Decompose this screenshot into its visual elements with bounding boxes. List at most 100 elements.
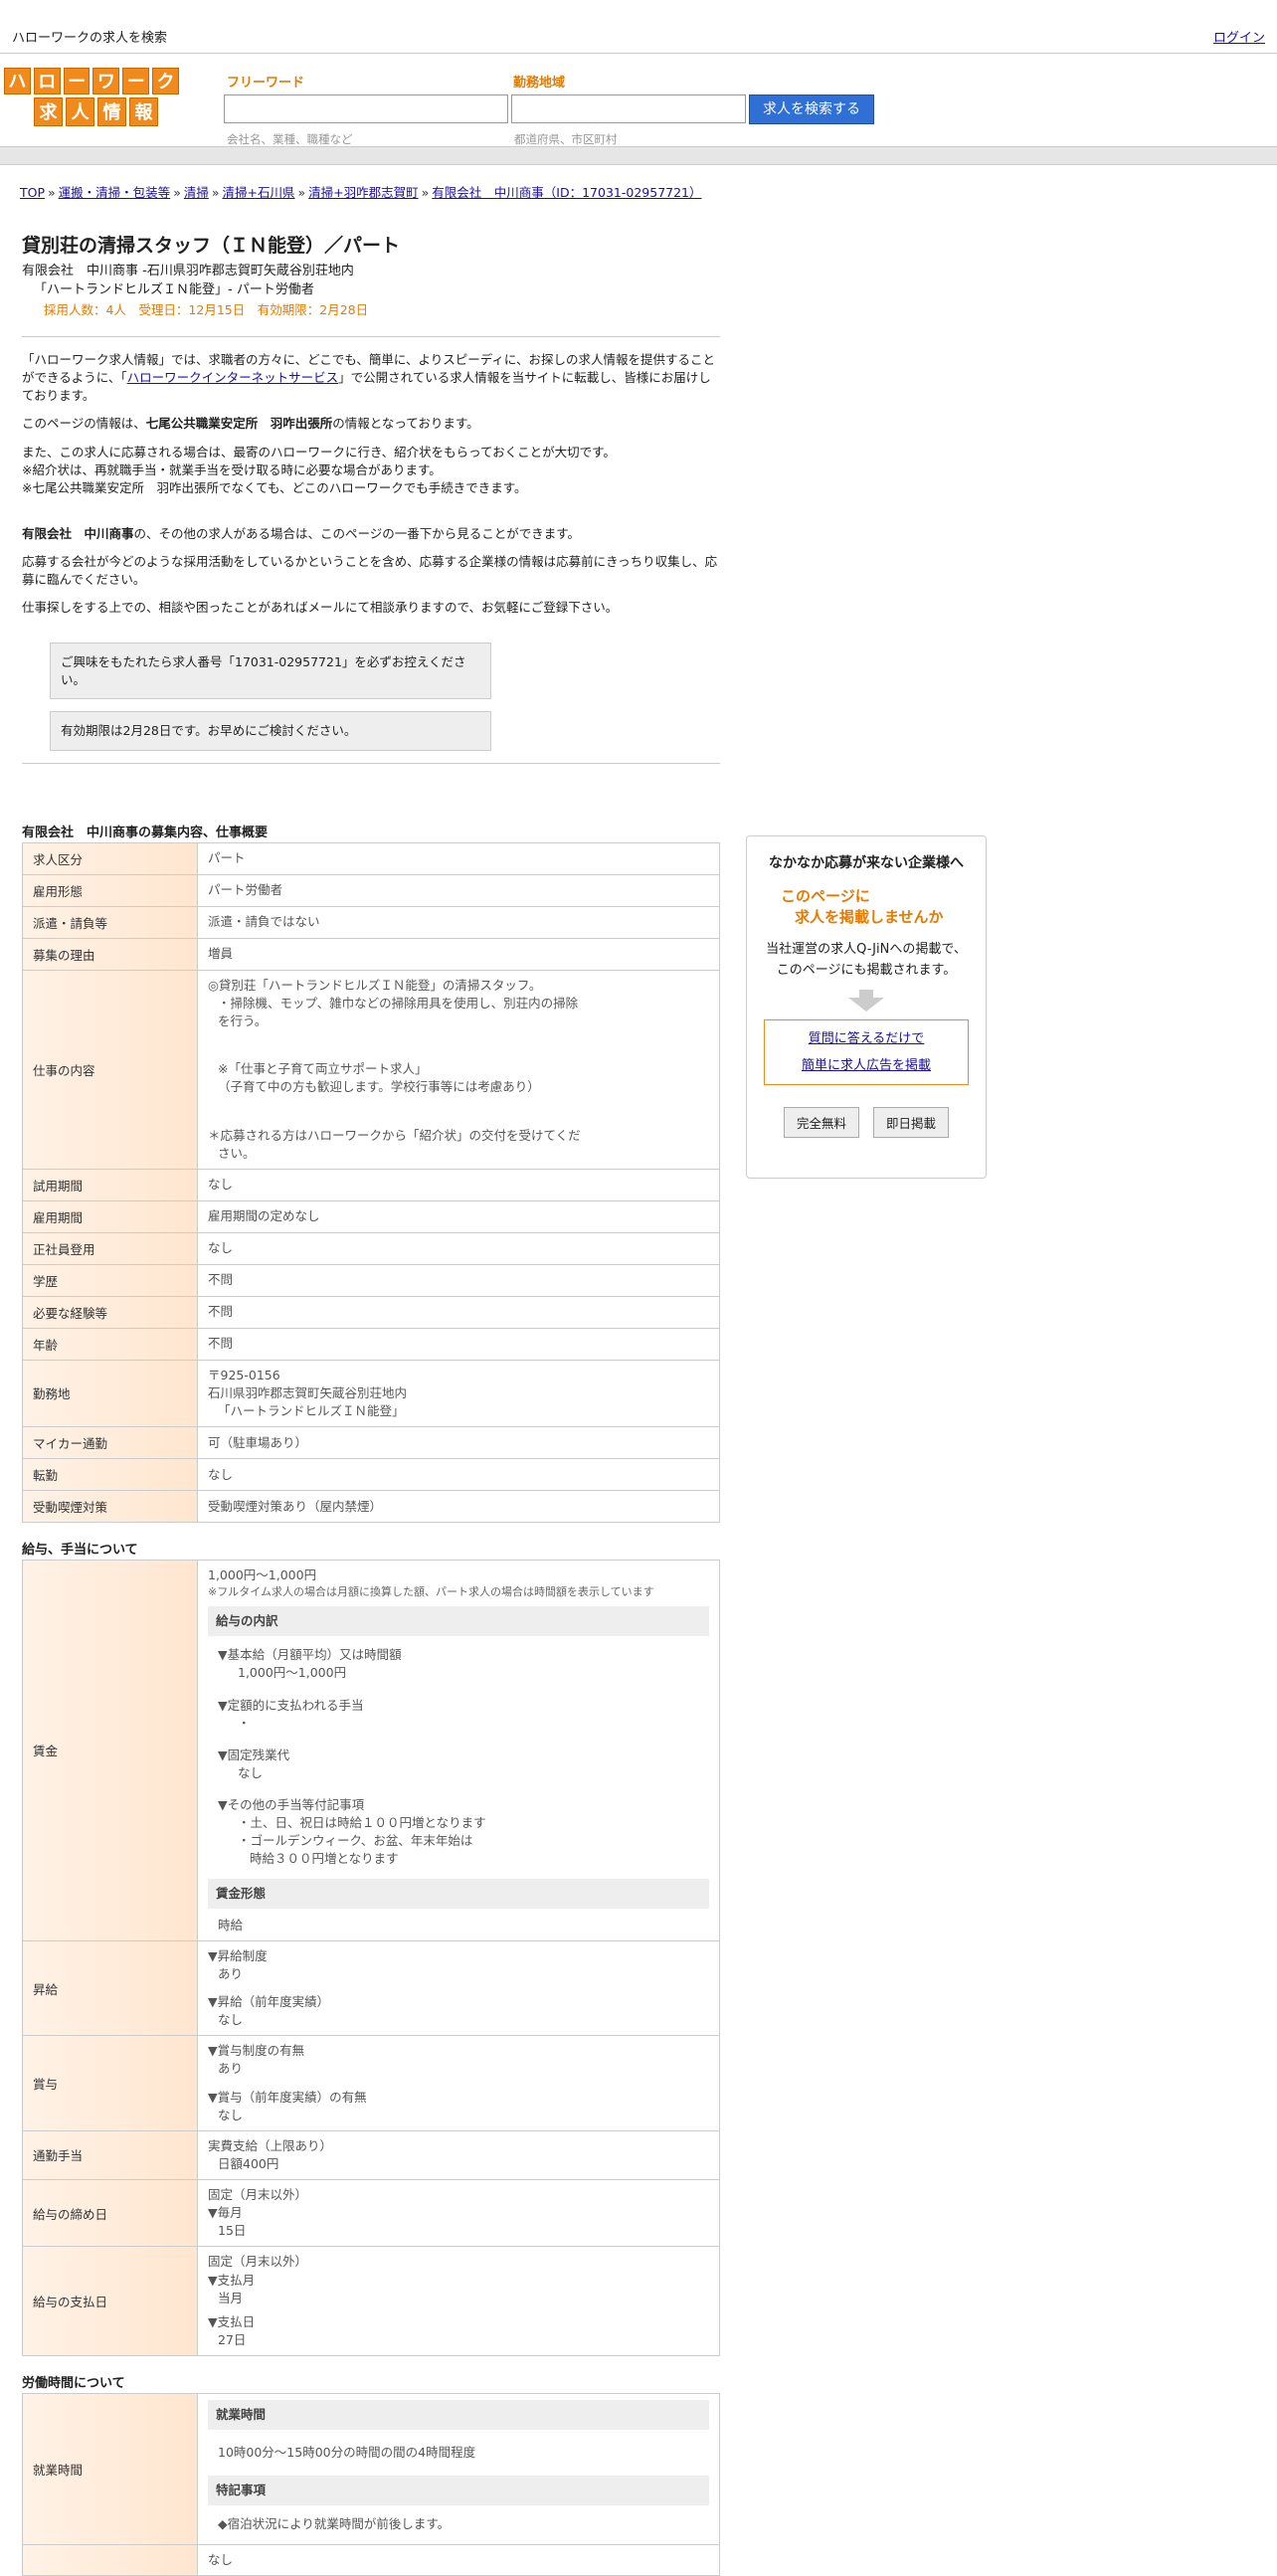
logo-tile: ー <box>63 68 91 94</box>
logo-tile: 人 <box>66 97 94 126</box>
place-line: 「ハートランドヒルズＩＮ能登」- パート労働者 <box>34 282 314 297</box>
breadcrumb-link[interactable]: TOP <box>20 185 45 200</box>
row-header: 昇給 <box>22 1939 198 2037</box>
row-value: なし <box>197 1458 720 1492</box>
table-row: 年齢 不問 <box>22 1327 720 1361</box>
table-row: 募集の理由 増員 <box>22 937 720 971</box>
logo-row-1: ハローワーク <box>4 68 179 94</box>
row-header: 募集の理由 <box>22 937 198 971</box>
intro-paragraph-6: 仕事探しをする上での、相談や困ったことがあればメールにて相談承りますので、お気軽… <box>22 600 619 616</box>
ad-box: なかなか応募が来ない企業様へ このページに 求人を掲載しませんか 当社運営の求人… <box>746 835 987 1179</box>
divider <box>22 336 720 337</box>
table-row: 給与の締め日 固定（月末以外） ▼毎月 15日 <box>22 2179 720 2248</box>
row-header: マイカー通勤 <box>22 1426 198 1460</box>
intro-paragraph-5: 応募する会社が今どのような採用活動をしているかということを含め、応募する企業様の… <box>22 554 718 588</box>
row-header: 仕事の内容 <box>22 969 198 1170</box>
freeword-hint: 会社名、業種、職種など <box>227 132 353 146</box>
table-row: マイカー通勤 可（駐車場あり） <box>22 1426 720 1460</box>
area-hint: 都道府県、市区町村 <box>514 132 618 146</box>
breadcrumb-separator: » <box>421 185 430 200</box>
table-row: 勤務地 〒925-0156 石川県羽咋郡志賀町矢蔵谷別荘地内 「ハートランドヒル… <box>22 1359 720 1428</box>
table-row: 賞与 ▼賞与制度の有無 あり ▼賞与（前年度実績）の有無 なし <box>22 2035 720 2131</box>
search-button[interactable]: 求人を検索する <box>749 94 874 124</box>
top-bar: ハローワークの求人を検索 ログイン <box>0 0 1277 54</box>
arrow-down-icon <box>848 997 884 1012</box>
logo-tile: 求 <box>34 97 63 126</box>
row-header: 雇用期間 <box>22 1199 198 1233</box>
area-label: 勤務地域 <box>513 76 566 91</box>
area-input[interactable] <box>511 94 746 123</box>
hellowork-internet-link[interactable]: ハローワークインターネットサービス <box>127 370 339 385</box>
row-header: 雇用形態 <box>22 873 198 907</box>
breadcrumb-link[interactable]: 清掃+石川県 <box>223 185 295 200</box>
table-row: 給与の支払日 固定（月末以外） ▼支払月 当月 ▼支払日 27日 <box>22 2246 720 2357</box>
breadcrumb-separator: » <box>297 185 306 200</box>
table-row: 受動喫煙対策 受動喫煙対策あり（屋内禁煙） <box>22 1490 720 1524</box>
row-value: 可（駐車場あり） <box>197 1426 720 1460</box>
search-header: ハローワーク 求人情報 フリーワード 会社名、業種、職種など 勤務地域 都道府県… <box>0 54 1277 147</box>
table-row: 通勤手当 実費支給（上限あり） 日額400円 <box>22 2129 720 2181</box>
row-header: 賃金 <box>22 1560 198 1941</box>
row-header: 学歴 <box>22 1263 198 1297</box>
divider <box>22 762 720 764</box>
job-meta: 採用人数：4人 受理日：12月15日 有効期限：2月28日 <box>44 302 369 317</box>
intro-paragraph-2: このページの情報は、七尾公共職業安定所 羽咋出張所の情報となっております。 <box>22 416 479 432</box>
row-value: 増員 <box>197 937 720 971</box>
row-header: 年齢 <box>22 1327 198 1361</box>
row-header: 派遣・請負等 <box>22 905 198 939</box>
logo-tile: ハ <box>4 68 31 94</box>
table-row: 派遣・請負等 派遣・請負ではない <box>22 905 720 939</box>
freeword-label: フリーワード <box>227 76 305 91</box>
breadcrumb-separator: » <box>48 185 56 200</box>
ad-link-box: 質問に答えるだけで 簡単に求人広告を掲載 <box>764 1018 969 1086</box>
row-value: 雇用期間の定めなし <box>197 1199 720 1233</box>
table-row: なし <box>22 2543 720 2576</box>
work-location: 〒925-0156 石川県羽咋郡志賀町矢蔵谷別荘地内 「ハートランドヒルズＩＮ能… <box>197 1359 720 1428</box>
ad-title: なかなか応募が来ない企業様へ <box>769 855 964 871</box>
table-row: 学歴 不問 <box>22 1263 720 1297</box>
job-number-notice: ご興味をもたれたら求人番号「17031-02957721」を必ずお控えください。 <box>50 643 491 700</box>
row-header: 正社員登用 <box>22 1231 198 1265</box>
logo-tile: ク <box>152 68 179 94</box>
freeword-input[interactable] <box>224 94 508 123</box>
row-header: 就業時間 <box>22 2393 198 2545</box>
row-header: 勤務地 <box>22 1359 198 1428</box>
hellowork-logo[interactable]: ハローワーク 求人情報 <box>4 68 179 129</box>
breadcrumb-link[interactable]: 清掃 <box>184 185 209 200</box>
row-value: 派遣・請負ではない <box>197 905 720 939</box>
logo-tile: 報 <box>129 97 158 126</box>
wage-detail: 1,000円〜1,000円 ※フルタイム求人の場合は月額に換算した額、パート求人… <box>197 1560 720 1941</box>
breadcrumb-link[interactable]: 運搬・清掃・包装等 <box>59 185 171 200</box>
row-value: 不問 <box>197 1327 720 1361</box>
breadcrumb-link[interactable]: 有限会社 中川商事（ID：17031-02957721） <box>432 185 701 200</box>
row-value: 不問 <box>197 1263 720 1297</box>
logo-row-2: 求人情報 <box>4 97 179 126</box>
free-button[interactable]: 完全無料 <box>783 1107 859 1139</box>
header-band <box>0 147 1277 165</box>
breadcrumb: TOP» 運搬・清掃・包装等» 清掃» 清掃+石川県» 清掃+羽咋郡志賀町» 有限会社 中… <box>20 182 702 201</box>
breadcrumb-link[interactable]: 清掃+羽咋郡志賀町 <box>308 185 418 200</box>
summary-title: 有限会社 中川商事の募集内容、仕事概要 <box>22 825 269 840</box>
row-header: 給与の締め日 <box>22 2179 198 2248</box>
login-link[interactable]: ログイン <box>1213 27 1265 46</box>
row-header: 受動喫煙対策 <box>22 1490 198 1524</box>
site-title: ハローワークの求人を検索 <box>12 31 168 46</box>
hours-title: 労働時間について <box>22 2376 125 2392</box>
row-value: 受動喫煙対策あり（屋内禁煙） <box>197 1490 720 1524</box>
ad-link-questions[interactable]: 質問に答えるだけで <box>809 1031 925 1046</box>
ad-catch: このページに 求人を掲載しませんか <box>781 887 944 926</box>
arrow-down-icon <box>859 989 873 998</box>
breadcrumb-separator: » <box>173 185 181 200</box>
intro-paragraph-4: 有限会社 中川商事の、その他の求人がある場合は、このページの一番下から見ることが… <box>22 525 581 541</box>
logo-tile: 情 <box>97 97 126 126</box>
row-header: 給与の支払日 <box>22 2246 198 2357</box>
table-row: 賃金 1,000円〜1,000円 ※フルタイム求人の場合は月額に換算した額、パー… <box>22 1560 720 1941</box>
row-value: パート労働者 <box>197 873 720 907</box>
same-day-button[interactable]: 即日掲載 <box>873 1107 950 1139</box>
hours-table: 就業時間 就業時間 10時00分〜15時00分の時間の間の4時間程度 特記事項 … <box>22 2393 720 2576</box>
table-row: 仕事の内容 ◎貸別荘「ハートランドヒルズＩＮ能登」の清掃スタッフ。 ・掃除機、モ… <box>22 969 720 1170</box>
ad-link-post[interactable]: 簡単に求人広告を掲載 <box>802 1058 931 1073</box>
row-value: 不問 <box>197 1295 720 1329</box>
main-content: 貸別荘の清掃スタッフ（ＩＮ能登）／パート 有限会社 中川商事 -石川県羽咋郡志賀… <box>22 231 720 2576</box>
work-content: ◎貸別荘「ハートランドヒルズＩＮ能登」の清掃スタッフ。 ・掃除機、モップ、雑巾な… <box>197 969 720 1170</box>
